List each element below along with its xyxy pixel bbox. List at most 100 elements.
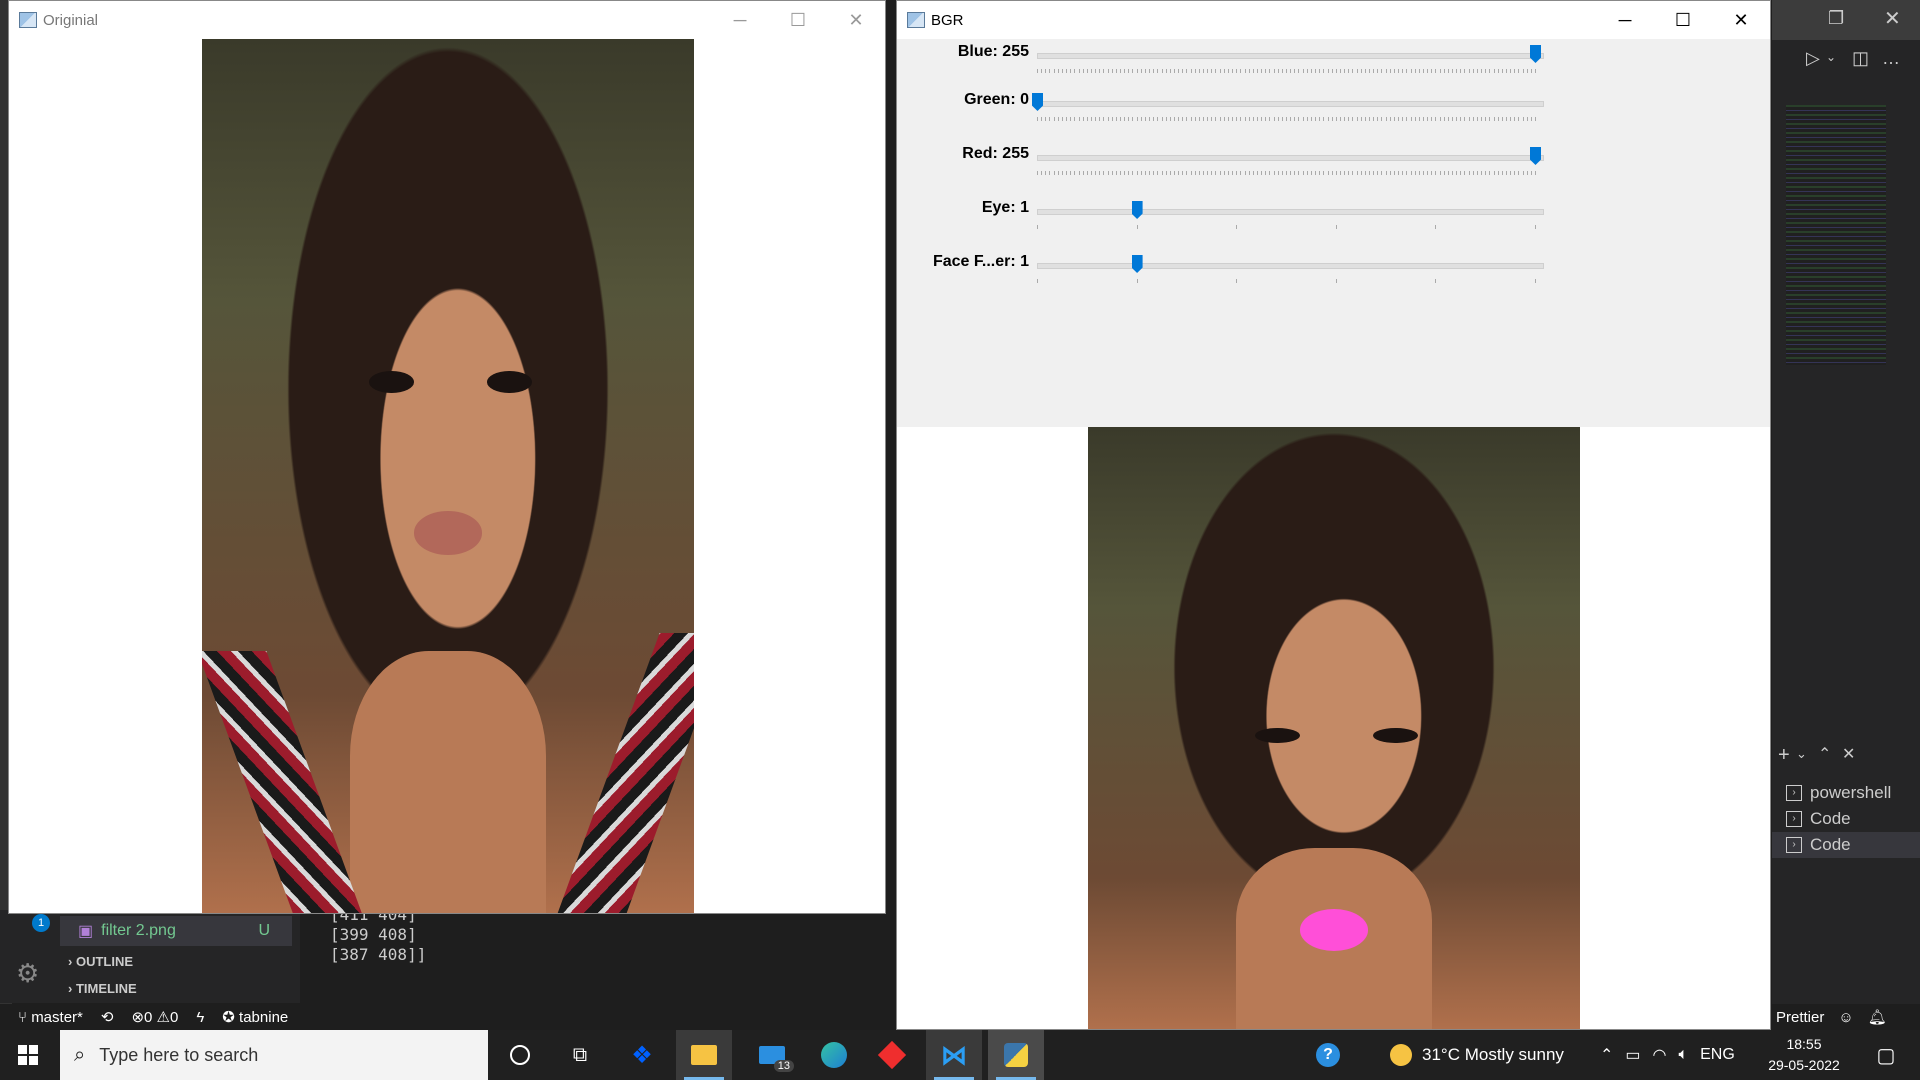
taskbar-mail[interactable]: 13	[744, 1030, 800, 1080]
taskbar-vscode[interactable]: ⋈	[926, 1030, 982, 1080]
tick-mark	[1398, 117, 1400, 121]
tick-mark	[1132, 171, 1134, 175]
tick-mark	[1464, 117, 1466, 121]
more-actions-icon[interactable]: …	[1882, 48, 1900, 69]
restore-icon[interactable]: ❐	[1828, 8, 1844, 29]
minimize-button[interactable]: ─	[711, 1, 769, 39]
split-editor-icon[interactable]: ◫	[1852, 48, 1869, 69]
maximize-panel-icon[interactable]: ⌃	[1818, 744, 1831, 764]
cortana-button[interactable]	[492, 1030, 548, 1080]
trackbar-track[interactable]	[1037, 101, 1544, 107]
chevron-down-icon[interactable]: ⌄	[1826, 50, 1836, 64]
task-view-button[interactable]: ⧉	[552, 1030, 608, 1080]
tick-mark	[1393, 69, 1395, 73]
branch-status[interactable]: ⑂ master*	[18, 1009, 83, 1026]
problems-status[interactable]: ⊗0 ⚠0	[131, 1008, 178, 1026]
tick-mark	[1111, 171, 1113, 175]
tick-mark	[1107, 171, 1109, 175]
trackbar-eye[interactable]: Eye: 1	[897, 197, 1611, 241]
terminal-icon: ›	[1786, 785, 1802, 801]
minimap[interactable]	[1786, 105, 1886, 365]
feedback-icon[interactable]: ☺	[1838, 1009, 1853, 1026]
sync-icon[interactable]: ⟲	[101, 1008, 114, 1026]
notifications-button[interactable]: ▢	[1858, 1030, 1914, 1080]
source-control-icon[interactable]: 1	[18, 912, 50, 936]
trackbar-panel: Blue: 255 Green: 0 Red: 255 Eye: 1 Face …	[897, 39, 1770, 427]
terminal-item-code-active[interactable]: › Code	[1772, 832, 1920, 858]
minimize-button[interactable]: ─	[1596, 1, 1654, 39]
windows-icon	[18, 1045, 38, 1065]
tick-mark	[1095, 69, 1097, 73]
trackbar-thumb[interactable]	[1032, 93, 1043, 111]
clock[interactable]: 18:55 29-05-2022	[1760, 1034, 1848, 1076]
help-button[interactable]: ?	[1300, 1030, 1356, 1080]
lightning-icon[interactable]: ϟ	[196, 1009, 204, 1026]
taskbar-anydesk[interactable]	[864, 1030, 920, 1080]
language-indicator[interactable]: ENG	[1700, 1046, 1735, 1064]
taskbar-file-explorer[interactable]	[676, 1030, 732, 1080]
taskbar-dropbox[interactable]: ❖	[614, 1030, 670, 1080]
trackbar-thumb[interactable]	[1131, 255, 1143, 273]
new-terminal-icon[interactable]: +	[1778, 744, 1790, 767]
trackbar-track[interactable]	[1037, 263, 1544, 269]
trackbar-thumb[interactable]	[1131, 201, 1143, 219]
gear-icon[interactable]: ⚙	[16, 958, 44, 988]
chevron-up-icon[interactable]: ⌃	[1600, 1045, 1613, 1065]
tick-mark	[1190, 117, 1192, 121]
bgr-titlebar[interactable]: BGR ─ ☐ ✕	[897, 1, 1770, 40]
outline-section[interactable]: › OUTLINE	[68, 954, 133, 969]
weather-widget[interactable]: 31°C Mostly sunny	[1390, 1030, 1564, 1080]
tabnine-label: tabnine	[239, 1009, 289, 1026]
tick-mark	[1443, 117, 1445, 121]
terminal-item-code[interactable]: › Code	[1772, 806, 1920, 832]
tick-mark	[1265, 171, 1267, 175]
original-titlebar[interactable]: Originial ─ ☐ ✕	[9, 1, 885, 39]
trackbar-blue[interactable]: Blue: 255	[897, 41, 1611, 85]
wifi-icon[interactable]: ◠	[1653, 1045, 1667, 1065]
tick-mark	[1410, 117, 1412, 121]
run-icon[interactable]: ▷	[1806, 48, 1820, 69]
clock-time: 18:55	[1786, 1036, 1822, 1052]
trackbar-red[interactable]: Red: 255	[897, 143, 1611, 187]
trackbar-face-filter[interactable]: Face F...er: 1	[897, 251, 1611, 295]
trackbar-track[interactable]	[1037, 209, 1544, 215]
tick-mark	[1223, 69, 1225, 73]
tick-mark	[1099, 171, 1101, 175]
tick-mark	[1103, 117, 1105, 121]
close-icon[interactable]: ✕	[1884, 6, 1901, 31]
close-button[interactable]: ✕	[1712, 1, 1770, 39]
tick-mark	[1468, 171, 1470, 175]
tick-mark	[1452, 171, 1453, 175]
start-button[interactable]	[0, 1030, 56, 1080]
tick-mark	[1215, 117, 1217, 121]
explorer-file-row[interactable]: ▣ filter 2.png U	[60, 916, 292, 946]
tick-mark	[1157, 171, 1159, 175]
battery-icon[interactable]: ▭	[1625, 1045, 1640, 1065]
tick-mark	[1107, 117, 1109, 121]
terminal-item-powershell[interactable]: › powershell	[1772, 780, 1920, 806]
close-button[interactable]: ✕	[827, 1, 885, 39]
bell-icon[interactable]: 🔔︎	[1868, 1008, 1887, 1026]
anydesk-icon	[877, 1040, 907, 1070]
tick-mark	[1306, 171, 1308, 175]
trackbar-thumb[interactable]	[1530, 45, 1541, 63]
tabnine-status[interactable]: ✪ tabnine	[222, 1008, 288, 1026]
volume-icon[interactable]: 🔈︎	[1679, 1046, 1689, 1064]
taskbar-edge[interactable]	[806, 1030, 862, 1080]
trackbar-track[interactable]	[1037, 155, 1544, 161]
maximize-button[interactable]: ☐	[769, 1, 827, 39]
taskbar-python[interactable]	[988, 1030, 1044, 1080]
weather-text: 31°C Mostly sunny	[1422, 1045, 1564, 1064]
trackbar-track[interactable]	[1037, 53, 1544, 59]
tick-mark	[1535, 117, 1536, 121]
trackbar-green[interactable]: Green: 0	[897, 89, 1611, 133]
trackbar-thumb[interactable]	[1530, 147, 1541, 165]
tick-mark	[1269, 117, 1271, 121]
maximize-button[interactable]: ☐	[1654, 1, 1712, 39]
taskbar-search[interactable]: ⌕ Type here to search	[60, 1030, 488, 1080]
chevron-down-icon[interactable]: ⌄	[1796, 746, 1807, 762]
timeline-section[interactable]: › TIMELINE	[68, 981, 137, 996]
prettier-status[interactable]: Prettier	[1776, 1009, 1824, 1026]
tick-mark	[1066, 117, 1068, 121]
close-panel-icon[interactable]: ✕	[1842, 744, 1855, 764]
